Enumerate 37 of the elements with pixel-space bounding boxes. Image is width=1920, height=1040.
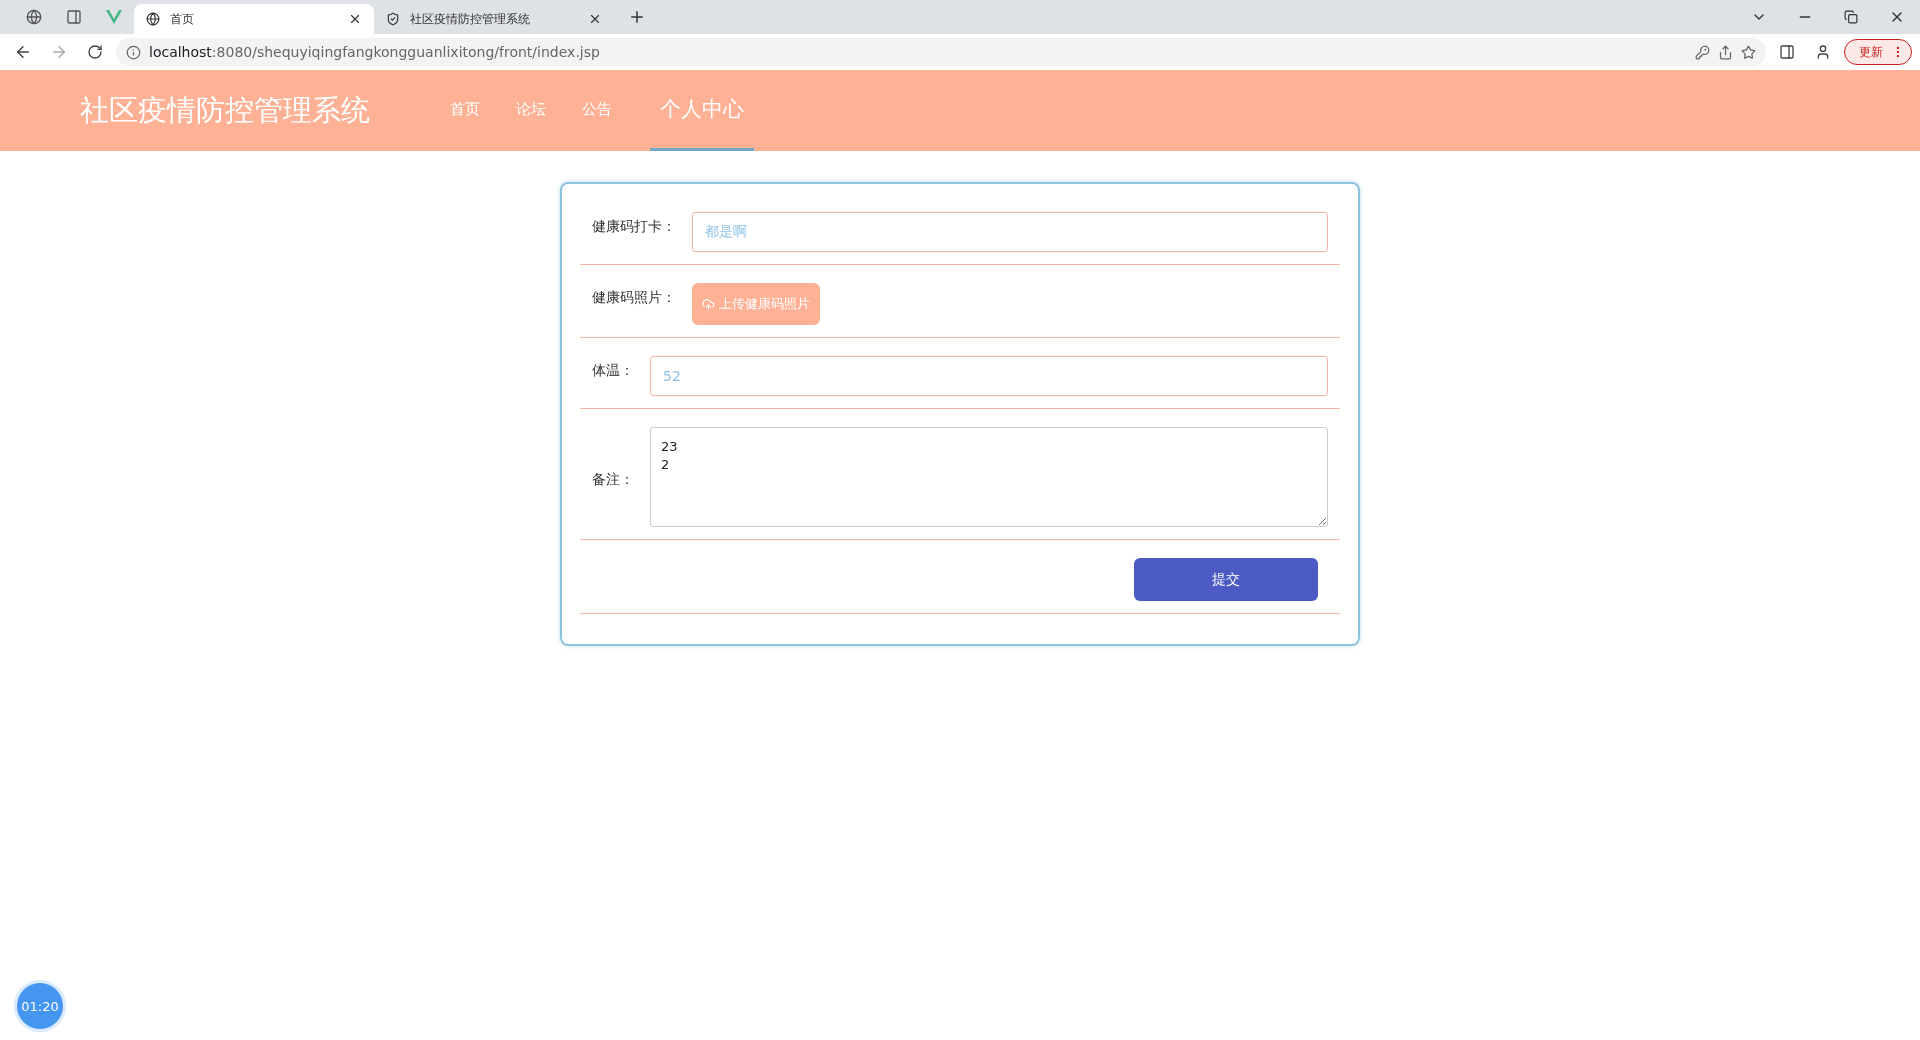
back-icon[interactable]: [14, 43, 32, 61]
globe-icon[interactable]: [26, 9, 42, 25]
field-label: 备注：: [592, 470, 634, 489]
restore-icon[interactable]: [1844, 10, 1858, 24]
nav-link[interactable]: 论坛: [498, 70, 564, 151]
info-icon[interactable]: [126, 44, 141, 60]
nav-link[interactable]: 首页: [432, 70, 498, 151]
browser-tab[interactable]: 社区疫情防控管理系统: [374, 4, 614, 34]
new-tab-icon[interactable]: [628, 8, 646, 26]
key-icon[interactable]: [1695, 44, 1710, 60]
field-label: 健康码打卡：: [592, 217, 676, 236]
star-icon[interactable]: [1741, 44, 1756, 60]
update-button[interactable]: 更新: [1844, 39, 1912, 65]
close-icon[interactable]: [348, 12, 362, 26]
field-label: 健康码照片：: [592, 288, 676, 307]
nav-link[interactable]: 个人中心: [650, 70, 754, 151]
tab-title: 社区疫情防控管理系统: [410, 10, 531, 28]
site-title: 社区疫情防控管理系统: [80, 91, 370, 129]
cloud-upload-icon: [702, 297, 715, 311]
nav-link[interactable]: 公告: [564, 70, 630, 151]
timer-badge: 01:20: [14, 980, 66, 1032]
shield-icon: [386, 12, 400, 26]
tab-title: 首页: [170, 10, 195, 28]
field-label: 体温：: [592, 361, 634, 380]
close-icon[interactable]: [588, 12, 602, 26]
remarks-textarea[interactable]: 23 2: [650, 427, 1328, 527]
globe-icon: [146, 12, 160, 26]
profile-icon[interactable]: [1815, 44, 1831, 60]
browser-tab[interactable]: 首页: [134, 4, 374, 34]
submit-button[interactable]: 提交: [1134, 558, 1318, 601]
share-icon[interactable]: [1718, 44, 1733, 60]
text-input[interactable]: 都是啊: [692, 212, 1328, 252]
side-panel-icon[interactable]: [1779, 44, 1795, 60]
page-icon[interactable]: [66, 9, 82, 25]
upload-button[interactable]: 上传健康码照片: [692, 283, 820, 325]
text-input[interactable]: 52: [650, 356, 1328, 396]
reload-icon[interactable]: [87, 44, 103, 60]
